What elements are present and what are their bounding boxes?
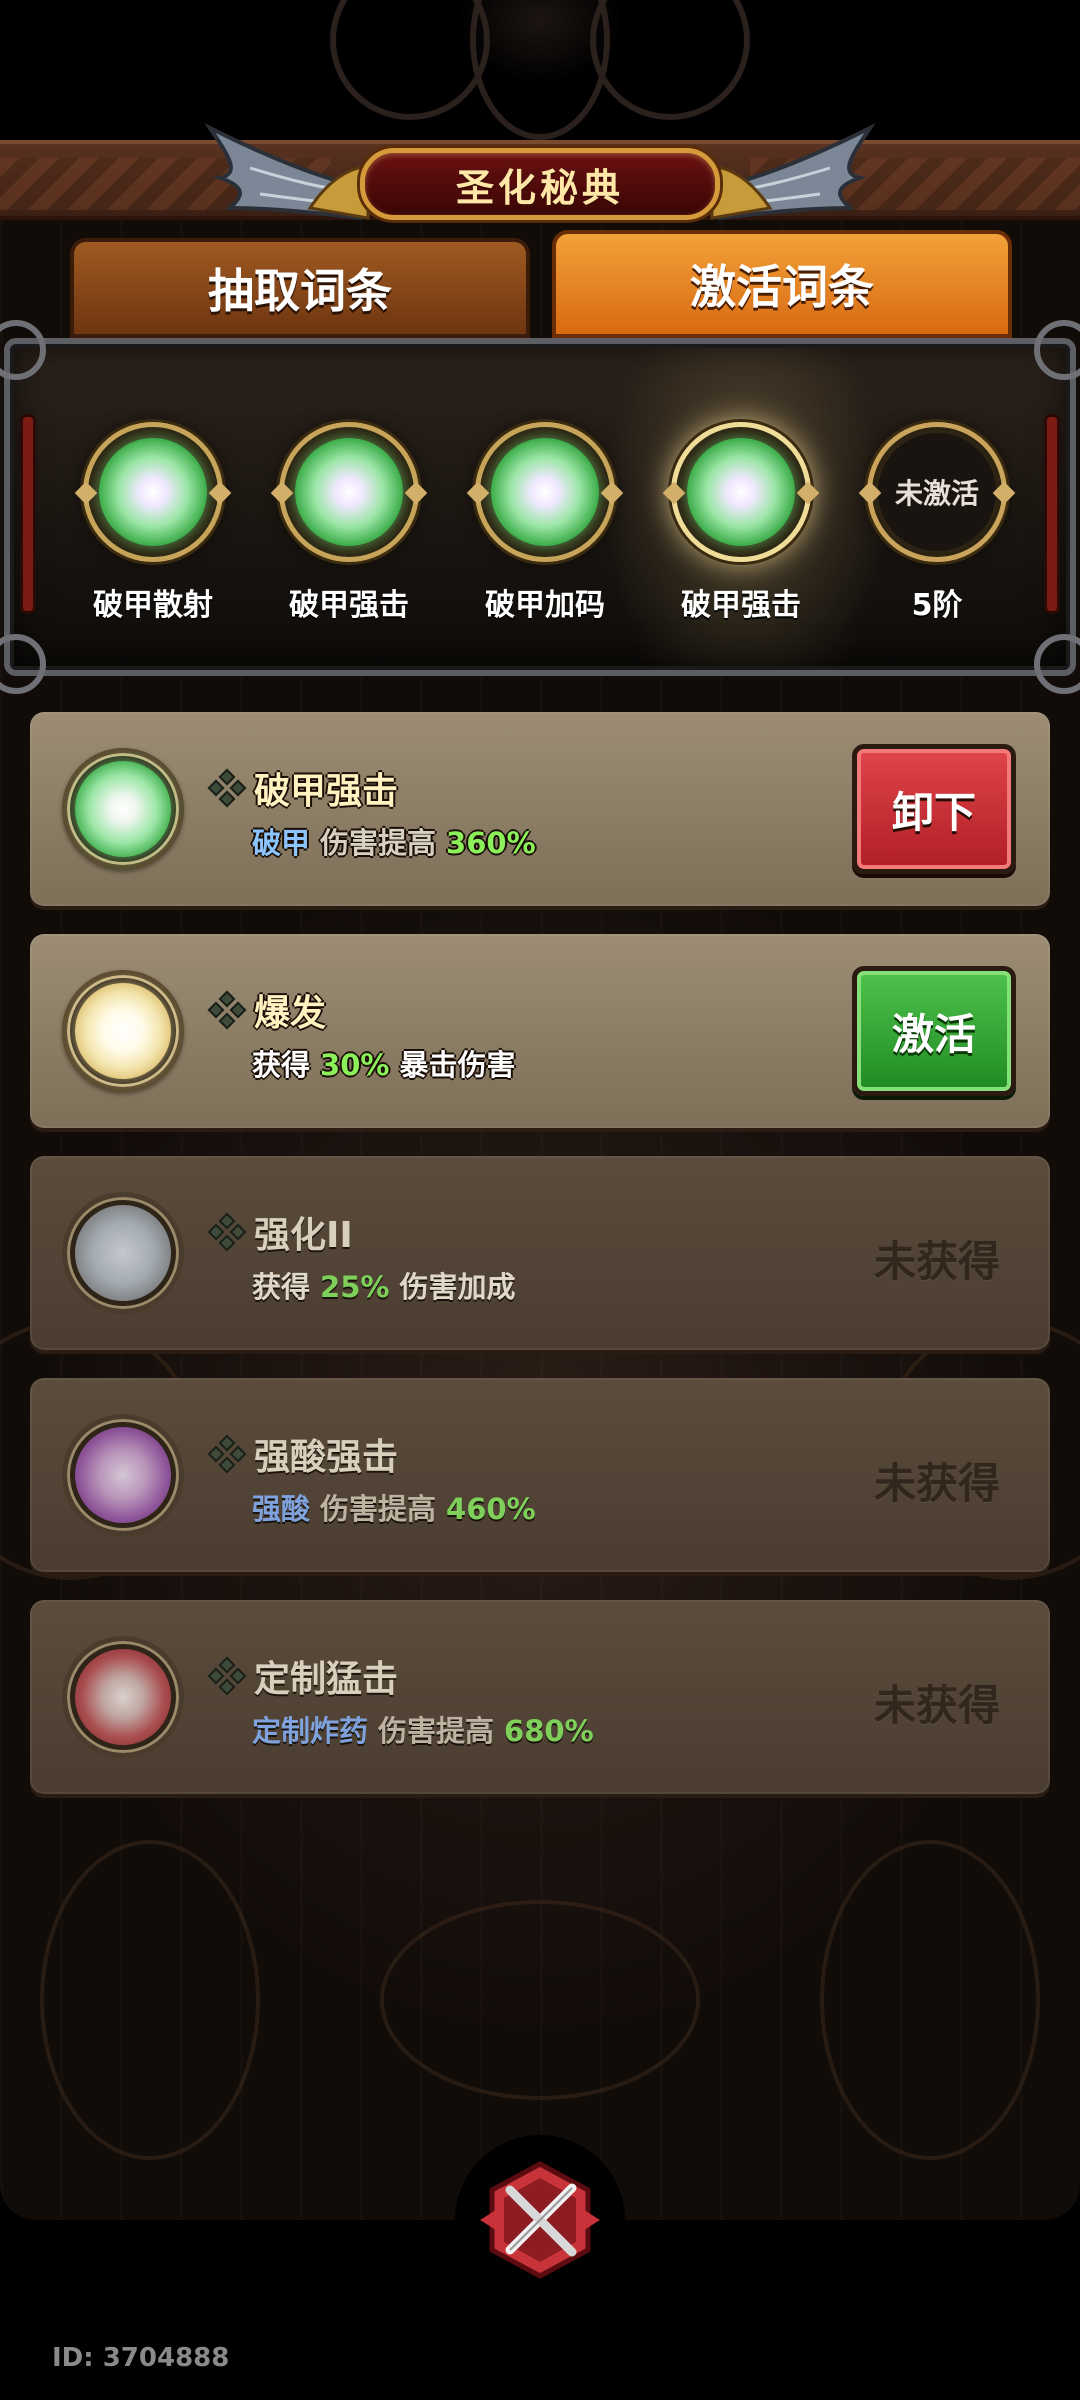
entry-card-locked[interactable]: 强酸强击 强酸 伤害提高 460% 未获得 [30, 1378, 1050, 1572]
slot-4-selected[interactable]: 破甲强击 [666, 422, 816, 624]
page-title: 圣化秘典 [455, 165, 624, 210]
left-wing-icon [204, 122, 370, 221]
entry-value: 680% [504, 1714, 594, 1748]
title-plate: 圣化秘典 [360, 148, 720, 220]
white-orb-icon [75, 1205, 171, 1301]
right-wing-icon [710, 122, 876, 221]
diamond-bullet-icon [207, 1434, 247, 1474]
slot-label: 破甲强击 [289, 588, 409, 623]
equipped-slots-panel: 破甲散射 破甲强击 破甲加码 破甲强击 未激活 5阶 [0, 320, 1080, 694]
diamond-bullet-icon [207, 1656, 247, 1696]
entry-name-row: 定制猛击 [207, 1650, 399, 1702]
entry-card[interactable]: 爆发 获得 30% 暴击伤害 激活 [30, 934, 1050, 1128]
close-button[interactable] [455, 2135, 625, 2305]
entry-orb-frame [62, 1192, 184, 1314]
slot-orb-frame: 未激活 [867, 422, 1007, 562]
entry-card[interactable]: 破甲强击 破甲 伤害提高 360% 卸下 [30, 712, 1050, 906]
activate-button[interactable]: 激活 [852, 966, 1016, 1096]
entry-orb-frame [62, 1414, 184, 1536]
diamond-bullet-icon [207, 990, 247, 1030]
entry-tag: 定制炸药 [252, 1714, 369, 1748]
entry-description: 破甲 伤害提高 360% [252, 820, 546, 862]
entry-orb-frame [62, 748, 184, 870]
green-orb-icon [99, 438, 207, 546]
entry-description: 定制炸药 伤害提高 680% [252, 1708, 604, 1750]
entry-orb-frame [62, 1636, 184, 1758]
slot-label: 破甲强击 [681, 588, 801, 623]
entry-pre: 获得 [252, 1048, 311, 1082]
entry-pre: 获得 [252, 1270, 311, 1304]
entry-value: 460% [446, 1492, 536, 1526]
slot-label: 5阶 [911, 588, 963, 623]
entry-orb-frame [62, 970, 184, 1092]
entry-name: 爆发 [254, 993, 327, 1034]
entry-name: 定制猛击 [254, 1659, 399, 1700]
slot-1[interactable]: 破甲散射 [78, 422, 228, 624]
entry-name: 破甲强击 [254, 771, 399, 812]
entry-value: 360% [446, 826, 536, 860]
diamond-bullet-icon [207, 1212, 247, 1252]
entry-name-row: 强化II [207, 1206, 353, 1258]
frame-right-bar [1044, 414, 1060, 614]
green-orb-icon [75, 761, 171, 857]
entry-post: 伤害加成 [399, 1270, 516, 1304]
crossed-swords-close-icon [480, 2161, 600, 2279]
slot-orb-frame [279, 422, 419, 562]
entry-text: 伤害提高 [320, 826, 437, 860]
unequip-button[interactable]: 卸下 [852, 744, 1016, 874]
not-obtained-status: 未获得 [873, 1237, 1000, 1286]
entry-value: 25% [320, 1270, 390, 1304]
green-orb-icon [295, 438, 403, 546]
entry-post: 暴击伤害 [399, 1048, 516, 1082]
entry-tag: 破甲 [252, 826, 311, 860]
green-orb-icon [491, 438, 599, 546]
entry-description: 强酸 伤害提高 460% [252, 1486, 546, 1528]
diamond-bullet-icon [207, 768, 247, 808]
yellow-orb-icon [75, 983, 171, 1079]
title-banner: 圣化秘典 [200, 118, 880, 238]
entry-name: 强酸强击 [254, 1437, 399, 1478]
entry-value: 30% [320, 1048, 390, 1082]
slot-orb-frame [83, 422, 223, 562]
red-orb-icon [75, 1649, 171, 1745]
entry-description: 获得 30% 暴击伤害 [252, 1042, 525, 1084]
entry-name-row: 爆发 [207, 984, 327, 1036]
slot-2[interactable]: 破甲强击 [274, 422, 424, 624]
frame-left-bar [20, 414, 36, 614]
purple-orb-icon [75, 1427, 171, 1523]
entry-card-locked[interactable]: 强化II 获得 25% 伤害加成 未获得 [30, 1156, 1050, 1350]
entry-name: 强化II [254, 1215, 353, 1256]
entry-text: 伤害提高 [320, 1492, 437, 1526]
entry-card-locked[interactable]: 定制猛击 定制炸药 伤害提高 680% 未获得 [30, 1600, 1050, 1794]
tab-extract[interactable]: 抽取词条 [70, 238, 530, 338]
slot-5-locked[interactable]: 未激活 5阶 [862, 422, 1012, 624]
slot-label: 破甲散射 [93, 588, 213, 623]
entry-name-row: 强酸强击 [207, 1428, 399, 1480]
not-obtained-status: 未获得 [873, 1681, 1000, 1730]
tab-activate[interactable]: 激活词条 [552, 230, 1012, 338]
green-orb-icon [687, 438, 795, 546]
entry-name-row: 破甲强击 [207, 762, 399, 814]
slot-empty-text: 未激活 [878, 433, 996, 551]
entry-description: 获得 25% 伤害加成 [252, 1264, 525, 1306]
player-id: ID: 3704888 [52, 2343, 230, 2373]
slot-label: 破甲加码 [485, 588, 605, 623]
slot-orb-frame [475, 422, 615, 562]
slot-3[interactable]: 破甲加码 [470, 422, 620, 624]
slot-orb-frame [671, 422, 811, 562]
frame-corner-ornament [1034, 320, 1080, 380]
entry-tag: 强酸 [252, 1492, 311, 1526]
entry-text: 伤害提高 [378, 1714, 495, 1748]
not-obtained-status: 未获得 [873, 1459, 1000, 1508]
